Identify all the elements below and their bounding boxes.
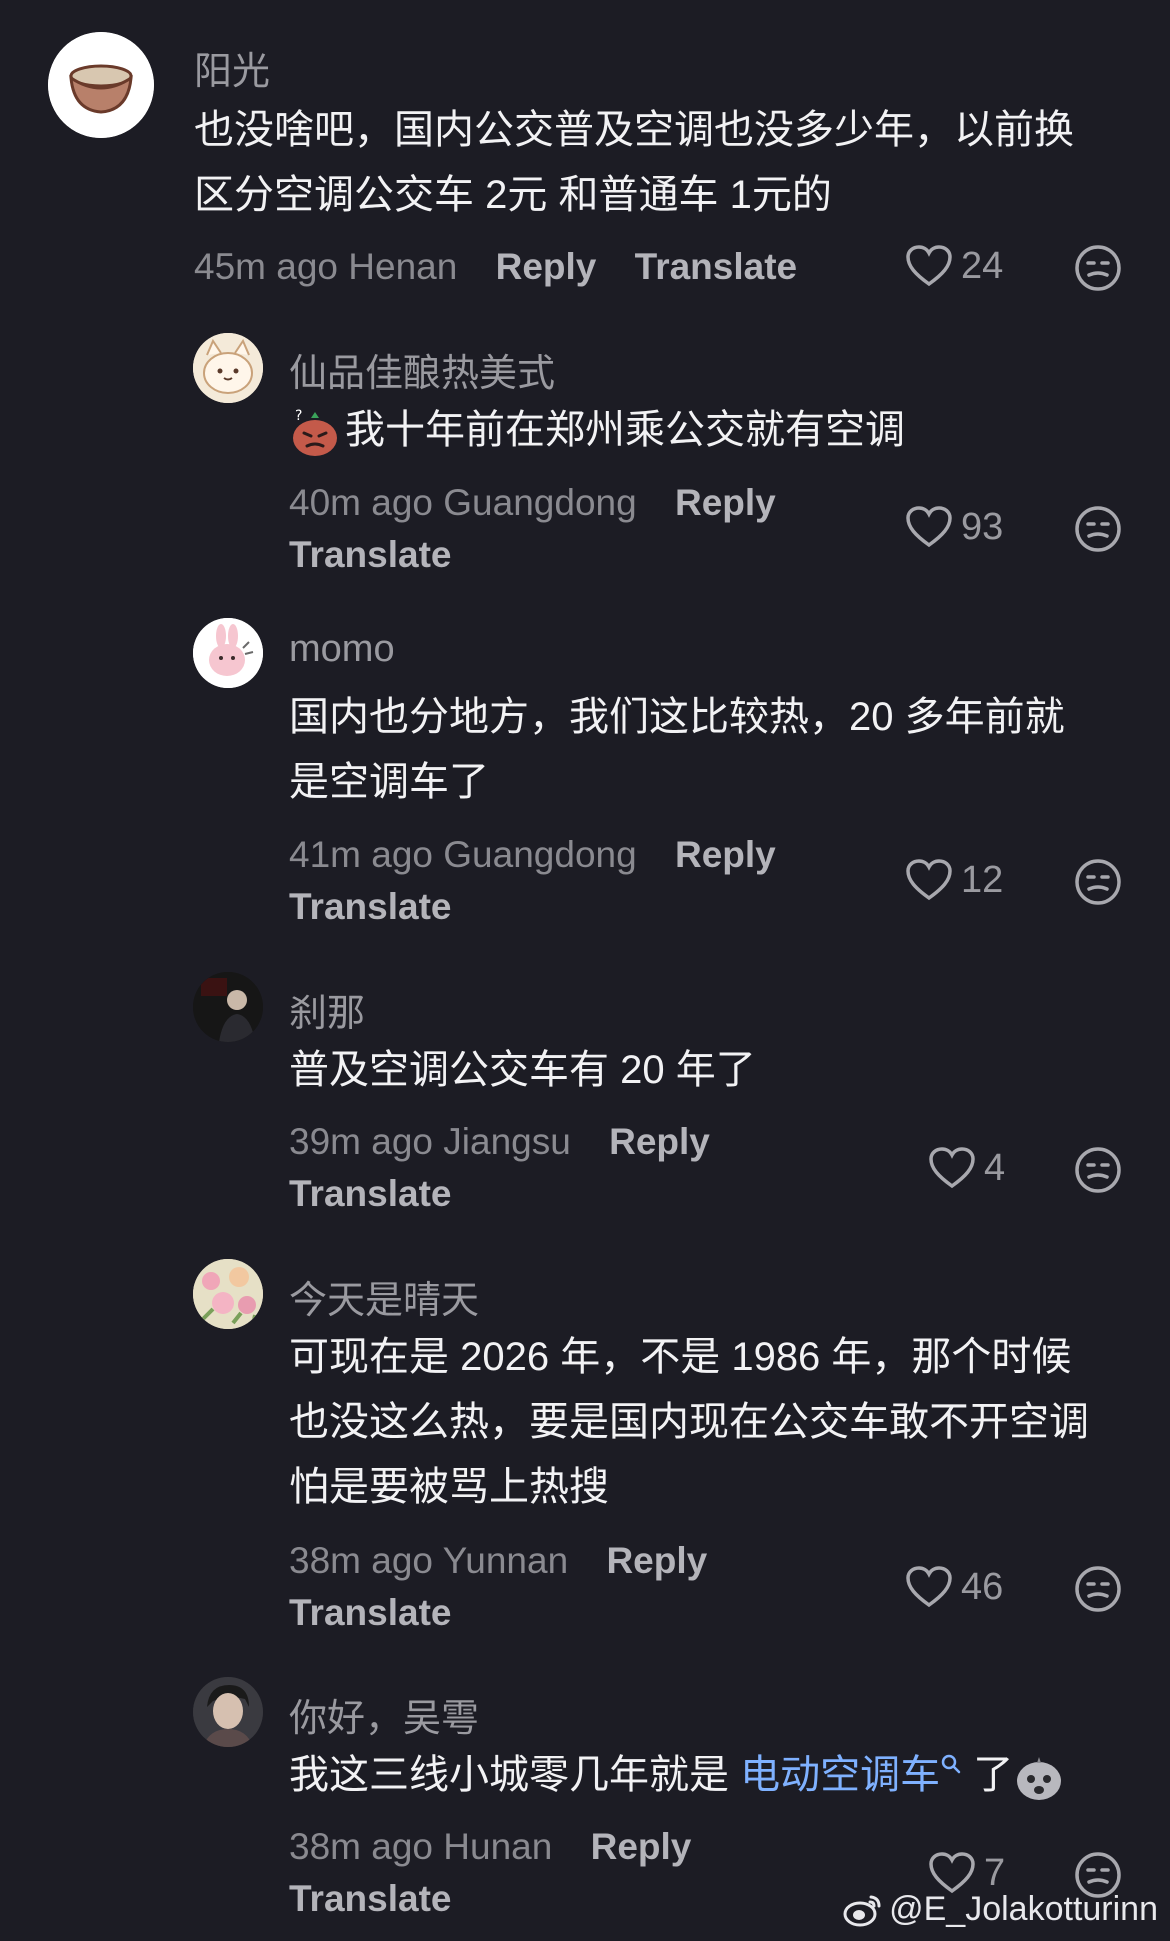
- like-button[interactable]: 4: [928, 1146, 1005, 1190]
- comment-text: ? 我十年前在郑州乘公交就有空调: [289, 398, 905, 463]
- angry-emoji-icon: ?: [293, 408, 337, 457]
- translate-button[interactable]: Translate: [289, 534, 451, 576]
- search-link[interactable]: 电动空调车: [740, 1753, 940, 1797]
- weibo-icon: [843, 1895, 881, 1926]
- emoji-reaction-icon[interactable]: [1074, 1146, 1122, 1194]
- translate-button[interactable]: Translate: [635, 246, 797, 287]
- timestamp: 41m ago: [289, 834, 433, 875]
- translate-button[interactable]: Translate: [289, 1878, 451, 1920]
- comment-meta: 39m ago Jiangsu Reply: [289, 1121, 710, 1163]
- comment-text-line: 也没这么热，要是国内现在公交车敢不开空调: [289, 1400, 1089, 1444]
- username[interactable]: 仙品佳酿热美式: [289, 342, 555, 397]
- translate-button[interactable]: Translate: [289, 886, 451, 928]
- comment-text-line: 区分空调公交车 2元 和普通车 1元的: [194, 173, 832, 217]
- location: Jiangsu: [443, 1121, 571, 1162]
- person-avatar-icon: [193, 1677, 263, 1747]
- emoji-reaction-icon[interactable]: [1074, 1565, 1122, 1613]
- like-count: 4: [984, 1146, 1006, 1189]
- sad-emoji-icon: [1017, 1757, 1062, 1801]
- comment-text-line: 是空调车了: [289, 760, 489, 804]
- reply-button[interactable]: Reply: [496, 246, 597, 287]
- like-button[interactable]: 12: [905, 858, 1003, 902]
- avatar[interactable]: [48, 32, 154, 138]
- comment-text-line: 怕是要被骂上热搜: [289, 1465, 609, 1509]
- comment-text-line: 国内也分地方，我们这比较热，20 多年前就: [289, 695, 1065, 739]
- comment-meta: 38m ago Yunnan Reply: [289, 1540, 707, 1582]
- timestamp: 40m ago: [289, 482, 433, 523]
- comment-meta: 40m ago Guangdong Reply: [289, 482, 776, 524]
- heart-icon: [906, 1566, 952, 1608]
- location: Henan: [348, 246, 458, 287]
- timestamp: 38m ago: [289, 1826, 433, 1867]
- cat-avatar-icon: [193, 333, 263, 403]
- comment-meta: 45m ago Henan Reply Translate: [194, 246, 797, 288]
- like-count: 24: [961, 244, 1004, 287]
- avatar[interactable]: [193, 333, 263, 403]
- svg-text:?: ?: [295, 408, 302, 424]
- search-icon[interactable]: [940, 1753, 962, 1775]
- like-button[interactable]: 7: [928, 1851, 1005, 1895]
- heart-icon: [906, 859, 952, 901]
- location: Yunnan: [442, 1540, 569, 1581]
- bowl-icon: [48, 32, 154, 138]
- username[interactable]: 刹那: [289, 982, 365, 1037]
- comment-text-line: 我十年前在郑州乘公交就有空调: [345, 408, 905, 452]
- comment-text-prefix: 我这三线小城零几年就是: [289, 1753, 741, 1797]
- watermark-text: @E_Jolakotturinn: [889, 1890, 1158, 1928]
- translate-button[interactable]: Translate: [289, 1592, 451, 1634]
- timestamp: 38m ago: [289, 1540, 433, 1581]
- comment-text-line: 也没啥吧，国内公交普及空调也没多少年，以前换: [194, 108, 1074, 152]
- username[interactable]: 你好，吴雩: [289, 1687, 479, 1742]
- rabbit-avatar-icon: [193, 618, 263, 688]
- location: Guangdong: [443, 834, 637, 875]
- heart-icon: [929, 1852, 975, 1894]
- reply-button[interactable]: Reply: [675, 834, 776, 875]
- like-button[interactable]: 24: [905, 244, 1003, 288]
- like-count: 93: [961, 505, 1004, 548]
- reply-button[interactable]: Reply: [591, 1826, 692, 1867]
- emoji-reaction-icon[interactable]: [1074, 244, 1122, 292]
- like-count: 7: [984, 1851, 1006, 1894]
- username[interactable]: momo: [289, 628, 395, 671]
- translate-button[interactable]: Translate: [289, 1173, 451, 1215]
- reply-button[interactable]: Reply: [675, 482, 776, 523]
- heart-icon: [906, 506, 952, 548]
- person-avatar-icon: [193, 972, 263, 1042]
- comment-text: 我这三线小城零几年就是 电动空调车 了: [289, 1743, 1069, 1808]
- comment-text-line: 可现在是 2026 年，不是 1986 年，那个时候: [289, 1335, 1072, 1379]
- comment-meta: 41m ago Guangdong Reply: [289, 834, 776, 876]
- heart-icon: [929, 1147, 975, 1189]
- like-count: 46: [961, 1565, 1004, 1608]
- emoji-reaction-icon[interactable]: [1074, 858, 1122, 906]
- timestamp: 45m ago: [194, 246, 338, 287]
- emoji-reaction-icon[interactable]: [1074, 505, 1122, 553]
- like-button[interactable]: 46: [905, 1565, 1003, 1609]
- timestamp: 39m ago: [289, 1121, 433, 1162]
- location: Guangdong: [443, 482, 637, 523]
- comment-text-line: 普及空调公交车有 20 年了: [289, 1048, 756, 1092]
- username[interactable]: 阳光: [194, 40, 270, 95]
- like-button[interactable]: 93: [905, 505, 1003, 549]
- avatar[interactable]: [193, 972, 263, 1042]
- location: Hunan: [443, 1826, 553, 1867]
- avatar[interactable]: [193, 618, 263, 688]
- flowers-avatar-icon: [193, 1259, 263, 1329]
- comment-meta: 38m ago Hunan Reply: [289, 1826, 691, 1868]
- avatar[interactable]: [193, 1677, 263, 1747]
- reply-button[interactable]: Reply: [609, 1121, 710, 1162]
- avatar[interactable]: [193, 1259, 263, 1329]
- like-count: 12: [961, 858, 1004, 901]
- username[interactable]: 今天是晴天: [289, 1269, 479, 1324]
- watermark: @E_Jolakotturinn: [843, 1890, 1158, 1929]
- heart-icon: [906, 245, 952, 287]
- reply-button[interactable]: Reply: [606, 1540, 707, 1581]
- comment-text-suffix: 了: [962, 1753, 1014, 1797]
